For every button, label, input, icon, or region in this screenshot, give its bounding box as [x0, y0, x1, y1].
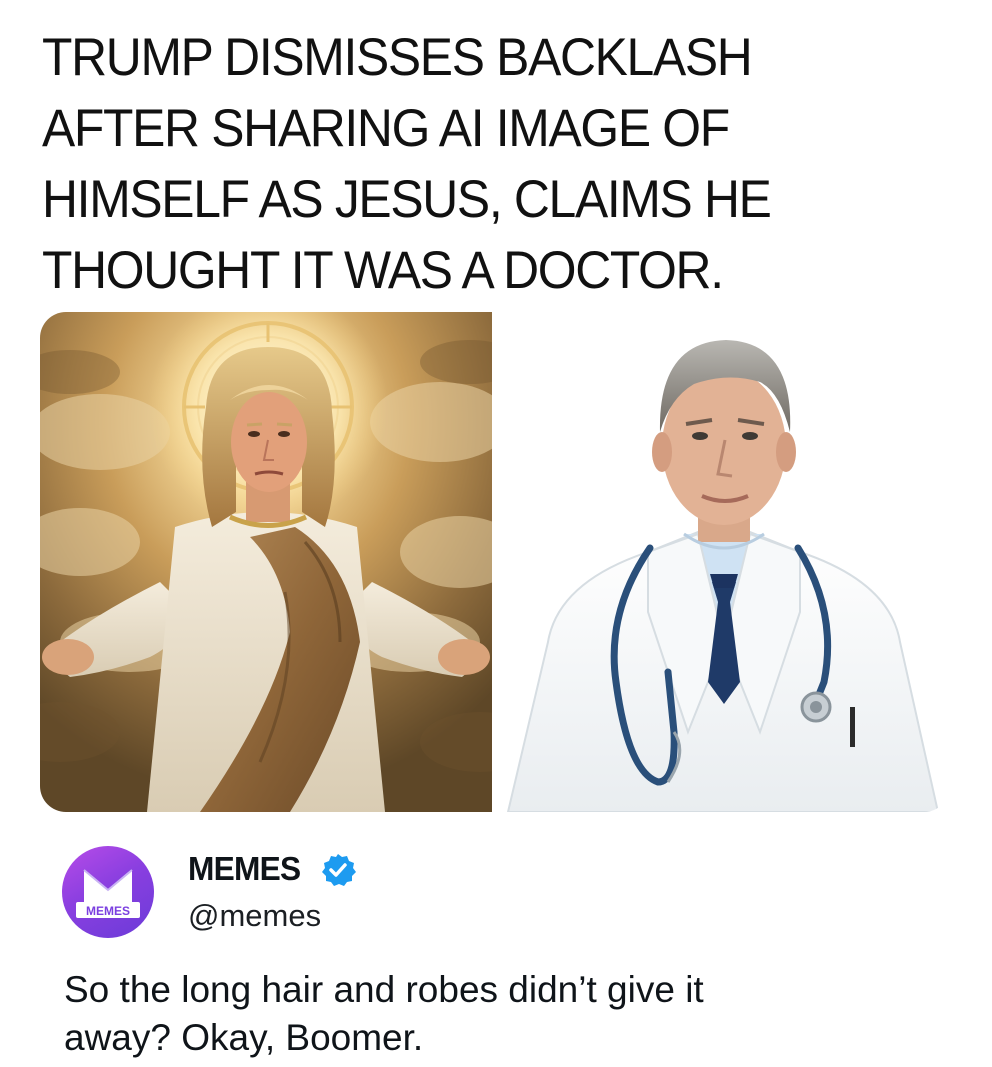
robed-figure-illustration [40, 312, 492, 812]
display-name[interactable]: MEMES [188, 850, 301, 888]
avatar[interactable]: MEMES [62, 846, 154, 938]
doctor-image[interactable] [498, 312, 950, 812]
headline: TRUMP DISMISSES BACKLASH AFTER SHARING A… [42, 22, 888, 306]
headline-line-4: THOUGHT IT WAS A DOCTOR. [42, 241, 724, 300]
post-text-line-2: away? Okay, Boomer. [64, 1017, 424, 1058]
handle[interactable]: @memes [188, 898, 321, 934]
verified-badge-icon [322, 854, 356, 886]
robed-figure-image[interactable] [40, 312, 492, 812]
post-text: So the long hair and robes didn’t give i… [64, 966, 924, 1062]
memes-logo-icon: MEMES [76, 869, 140, 918]
headline-line-3: HIMSELF AS JESUS, CLAIMS HE [42, 170, 772, 229]
avatar-label: MEMES [86, 904, 130, 918]
post-card: MEMES MEMES @memes So the long hair and … [62, 838, 942, 1063]
headline-line-1: TRUMP DISMISSES BACKLASH [42, 28, 753, 87]
post-text-line-1: So the long hair and robes didn’t give i… [64, 969, 704, 1010]
image-grid [40, 312, 950, 812]
headline-line-2: AFTER SHARING AI IMAGE OF [42, 99, 730, 158]
doctor-illustration [498, 312, 950, 812]
